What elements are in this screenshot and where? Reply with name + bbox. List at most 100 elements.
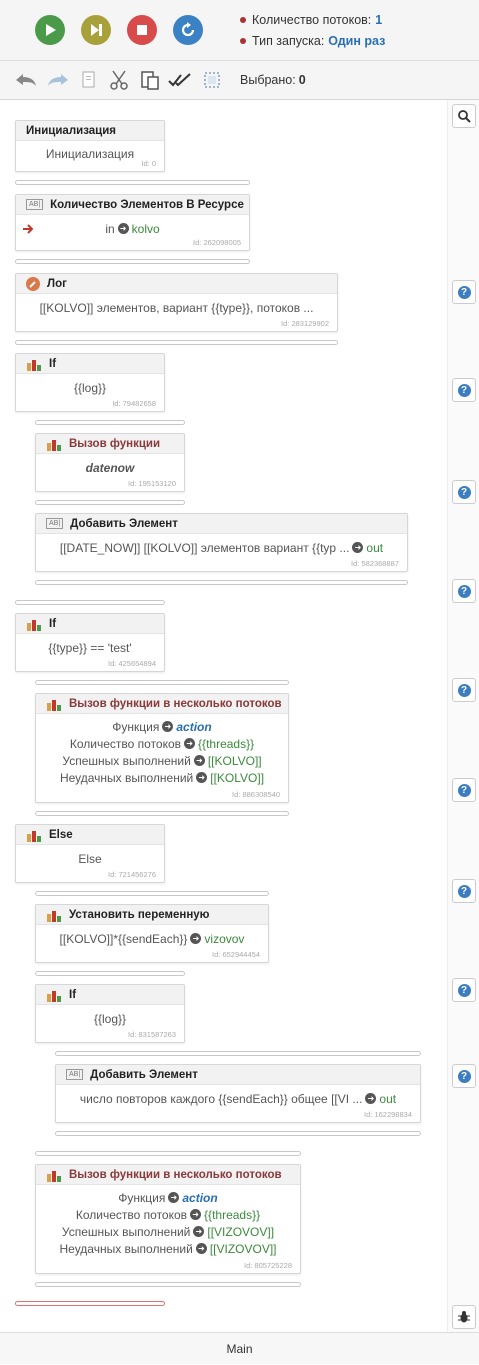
node-id: Id: 0 (141, 159, 156, 168)
if-node[interactable]: If {{log}} Id: 79482658 (15, 353, 165, 412)
node-title: If (49, 357, 57, 370)
node-id: Id: 721456276 (108, 870, 156, 879)
refresh-icon (181, 22, 195, 37)
launch-value[interactable]: Один раз (328, 34, 385, 48)
launch-info: Тип запуска: Один раз (240, 34, 385, 48)
arrow-circle-icon: ➜ (352, 542, 364, 554)
node-title: Вызов функции (69, 437, 161, 450)
double-check-icon (168, 73, 191, 87)
call-function-node[interactable]: Вызов функции datenow Id: 195153120 (35, 433, 185, 492)
question-icon: ? (457, 1069, 471, 1083)
question-icon: ? (457, 683, 471, 697)
drop-zone[interactable] (35, 580, 408, 585)
play-button[interactable] (35, 15, 65, 45)
node-body: {{log}} (73, 381, 107, 395)
tab-main[interactable]: Main (226, 1342, 252, 1356)
node-title: Количество Элементов В Ресурсе (50, 198, 244, 211)
param-threads: Количество потоков ➜ {{threads}} (36, 1207, 300, 1224)
blocks-icon (26, 827, 42, 843)
node-title: Установить переменную (69, 908, 210, 921)
help-button[interactable]: ? (452, 879, 476, 903)
node-id: Id: 262098005 (193, 238, 241, 247)
help-button[interactable]: ? (452, 480, 476, 504)
drop-zone[interactable] (35, 891, 269, 896)
help-button[interactable]: ? (452, 280, 476, 304)
help-button[interactable]: ? (452, 978, 476, 1002)
log-node[interactable]: Лог [[KOLVO]] элементов, вариант {{type}… (15, 273, 338, 332)
else-node[interactable]: Else Else Id: 721456276 (15, 824, 165, 883)
redo-button[interactable] (44, 66, 72, 94)
end-drop-zone[interactable] (15, 1301, 165, 1306)
param-value: action (176, 720, 212, 734)
step-button[interactable] (81, 15, 111, 45)
node-header: If (36, 985, 184, 1005)
text-icon: AB| (66, 1069, 84, 1080)
multi-thread-call-node[interactable]: Вызов функции в несколько потоков Функци… (35, 693, 289, 803)
drop-zone[interactable] (35, 500, 185, 505)
drop-zone[interactable] (55, 1131, 421, 1136)
arrow-circle-icon: ➜ (117, 223, 129, 235)
paste-button[interactable] (136, 66, 164, 94)
node-body: [[KOLVO]] элементов, вариант {{type}}, п… (39, 301, 314, 315)
param-function: Функция ➜ action (36, 1190, 300, 1207)
drop-zone[interactable] (35, 680, 289, 685)
help-button[interactable]: ? (452, 1064, 476, 1088)
param-label: Функция (112, 720, 160, 734)
drop-zone[interactable] (35, 811, 289, 816)
drop-zone[interactable] (35, 420, 185, 425)
param-threads: Количество потоков ➜ {{threads}} (36, 736, 288, 753)
blocks-icon (26, 356, 42, 372)
node-id: Id: 652944454 (212, 950, 260, 959)
count-node[interactable]: AB| Количество Элементов В Ресурсе in ➜ kol… (15, 194, 250, 251)
restart-button[interactable] (173, 15, 203, 45)
node-id: Id: 582368887 (351, 559, 399, 568)
if-node[interactable]: If {{type}} == 'test' Id: 425654894 (15, 613, 165, 672)
select-all-button[interactable] (166, 66, 194, 94)
threads-value[interactable]: 1 (375, 13, 382, 27)
node-body-text: число повторов каждого {{sendEach}} обще… (79, 1092, 363, 1106)
stop-button[interactable] (127, 15, 157, 45)
drop-zone[interactable] (35, 971, 185, 976)
param-label: Неудачных выполнений (59, 771, 194, 785)
drop-zone[interactable] (35, 1282, 301, 1287)
set-variable-node[interactable]: Установить переменную [[KOLVO]]*{{sendEa… (35, 904, 269, 963)
node-body: [[KOLVO]]*{{sendEach}} ➜ vizovov (36, 925, 268, 946)
node-title: Лог (47, 277, 67, 290)
param-failed: Неудачных выполнений ➜ [[KOLVO]] (36, 770, 288, 787)
drop-zone[interactable] (55, 1051, 421, 1056)
node-header: AB| Добавить Элемент (56, 1065, 420, 1085)
input-label: in (105, 222, 115, 236)
node-header: AB| Количество Элементов В Ресурсе (16, 195, 249, 215)
question-icon: ? (457, 485, 471, 499)
drop-zone[interactable] (15, 180, 250, 185)
copy-button[interactable] (74, 66, 102, 94)
debug-button[interactable] (452, 1305, 476, 1329)
help-button[interactable]: ? (452, 579, 476, 603)
node-id: Id: 831587263 (128, 1030, 176, 1039)
add-element-node[interactable]: AB| Добавить Элемент [[DATE_NOW]] [[KOLVO… (35, 513, 408, 572)
init-node[interactable]: Инициализация Инициализация Id: 0 (15, 120, 165, 172)
param-failed: Неудачных выполнений ➜ [[VIZOVOV]] (36, 1241, 300, 1258)
blocks-icon (46, 696, 62, 712)
search-button[interactable] (452, 104, 476, 128)
question-icon: ? (457, 383, 471, 397)
drop-zone[interactable] (15, 600, 165, 605)
cut-button[interactable] (105, 66, 133, 94)
blocks-icon (26, 616, 42, 632)
node-id: Id: 886308540 (232, 790, 280, 799)
node-title: Инициализация (16, 121, 164, 141)
drop-zone[interactable] (15, 340, 338, 345)
select-area-button[interactable] (198, 66, 226, 94)
drop-zone[interactable] (35, 1151, 301, 1156)
drop-zone[interactable] (15, 259, 250, 264)
multi-thread-call-node[interactable]: Вызов функции в несколько потоков Функци… (35, 1164, 301, 1274)
help-button[interactable]: ? (452, 778, 476, 802)
node-body-text: [[DATE_NOW]] [[KOLVO]] элементов вариант… (59, 541, 350, 555)
help-button[interactable]: ? (452, 678, 476, 702)
node-id: Id: 79482658 (112, 399, 156, 408)
help-button[interactable]: ? (452, 378, 476, 402)
add-element-node[interactable]: AB| Добавить Элемент число повторов каждо… (55, 1064, 421, 1123)
undo-button[interactable] (12, 66, 40, 94)
if-node[interactable]: If {{log}} Id: 831587263 (35, 984, 185, 1043)
arrow-circle-icon: ➜ (190, 1209, 202, 1221)
